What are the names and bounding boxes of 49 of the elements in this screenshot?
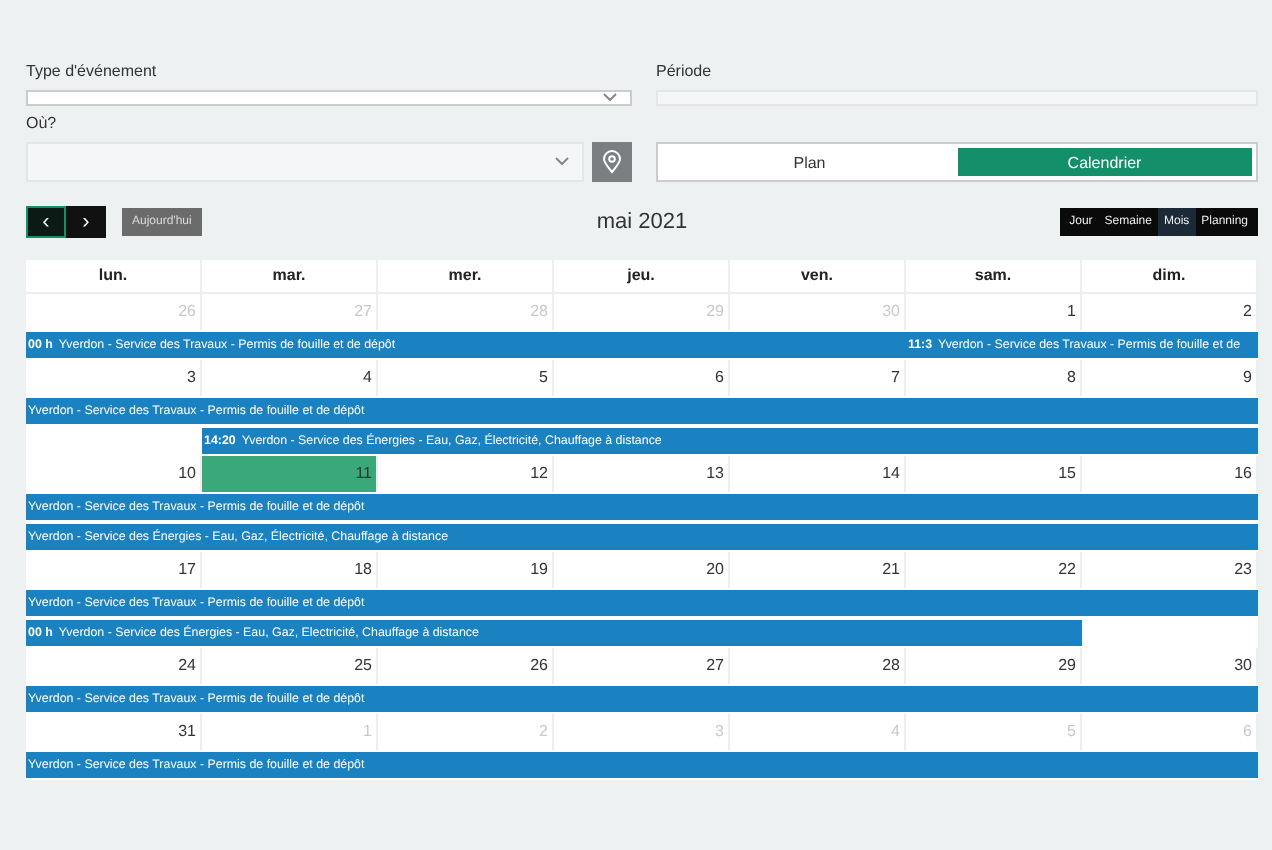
day-number[interactable]: 16 <box>1082 456 1258 492</box>
chevron-icon <box>554 156 570 168</box>
weekday-header: jeu. <box>554 260 730 294</box>
day-number[interactable]: 26 <box>378 648 554 684</box>
day-number[interactable]: 4 <box>202 360 378 396</box>
day-number[interactable]: 30 <box>1082 648 1258 684</box>
day-number[interactable]: 20 <box>554 552 730 588</box>
day-number[interactable]: 18 <box>202 552 378 588</box>
day-number[interactable]: 17 <box>26 552 202 588</box>
weekday-header: mar. <box>202 260 378 294</box>
previous-button[interactable]: ‹ <box>26 206 66 238</box>
day-number[interactable]: 19 <box>378 552 554 588</box>
weekday-header: sam. <box>906 260 1082 294</box>
day-number[interactable]: 22 <box>906 552 1082 588</box>
day-number[interactable]: 21 <box>730 552 906 588</box>
field-label: Où? <box>26 112 59 134</box>
day-number[interactable]: 2 <box>1082 294 1258 330</box>
day-number[interactable]: 11 <box>202 456 378 492</box>
day-number[interactable]: 9 <box>1082 360 1258 396</box>
weekday-header: mer. <box>378 260 554 294</box>
weekday-header: ven. <box>730 260 906 294</box>
location-pin-button[interactable] <box>592 142 632 182</box>
weekday-header: lun. <box>26 260 202 294</box>
day-number[interactable]: 29 <box>906 648 1082 684</box>
day-number[interactable]: 6 <box>554 360 730 396</box>
month-title: mai 2021 <box>596 210 688 234</box>
field-label: Type d'événement <box>26 60 159 82</box>
chevron-icon <box>602 92 618 104</box>
day-number[interactable]: 23 <box>1082 552 1258 588</box>
weekday-header: dim. <box>1082 260 1258 294</box>
day-number[interactable]: 24 <box>26 648 202 684</box>
day-number[interactable]: 25 <box>202 648 378 684</box>
day-number[interactable]: 27 <box>554 648 730 684</box>
field-label: Période <box>656 60 714 82</box>
day-number[interactable]: 1 <box>906 294 1082 330</box>
day-number[interactable]: 7 <box>730 360 906 396</box>
toggle-option[interactable]: Plan <box>662 148 957 176</box>
event-type-select[interactable] <box>26 90 632 106</box>
toggle-option[interactable]: Calendrier <box>957 148 1252 176</box>
day-number[interactable]: 15 <box>906 456 1082 492</box>
day-number[interactable]: 31 <box>26 714 202 750</box>
day-number[interactable]: 13 <box>554 456 730 492</box>
day-number[interactable]: 28 <box>730 648 906 684</box>
day-number[interactable]: 8 <box>906 360 1082 396</box>
map-pin-icon <box>602 150 622 174</box>
day-number[interactable]: 14 <box>730 456 906 492</box>
day-number[interactable]: 12 <box>378 456 554 492</box>
day-number[interactable]: 5 <box>378 360 554 396</box>
day-number[interactable]: 3 <box>26 360 202 396</box>
